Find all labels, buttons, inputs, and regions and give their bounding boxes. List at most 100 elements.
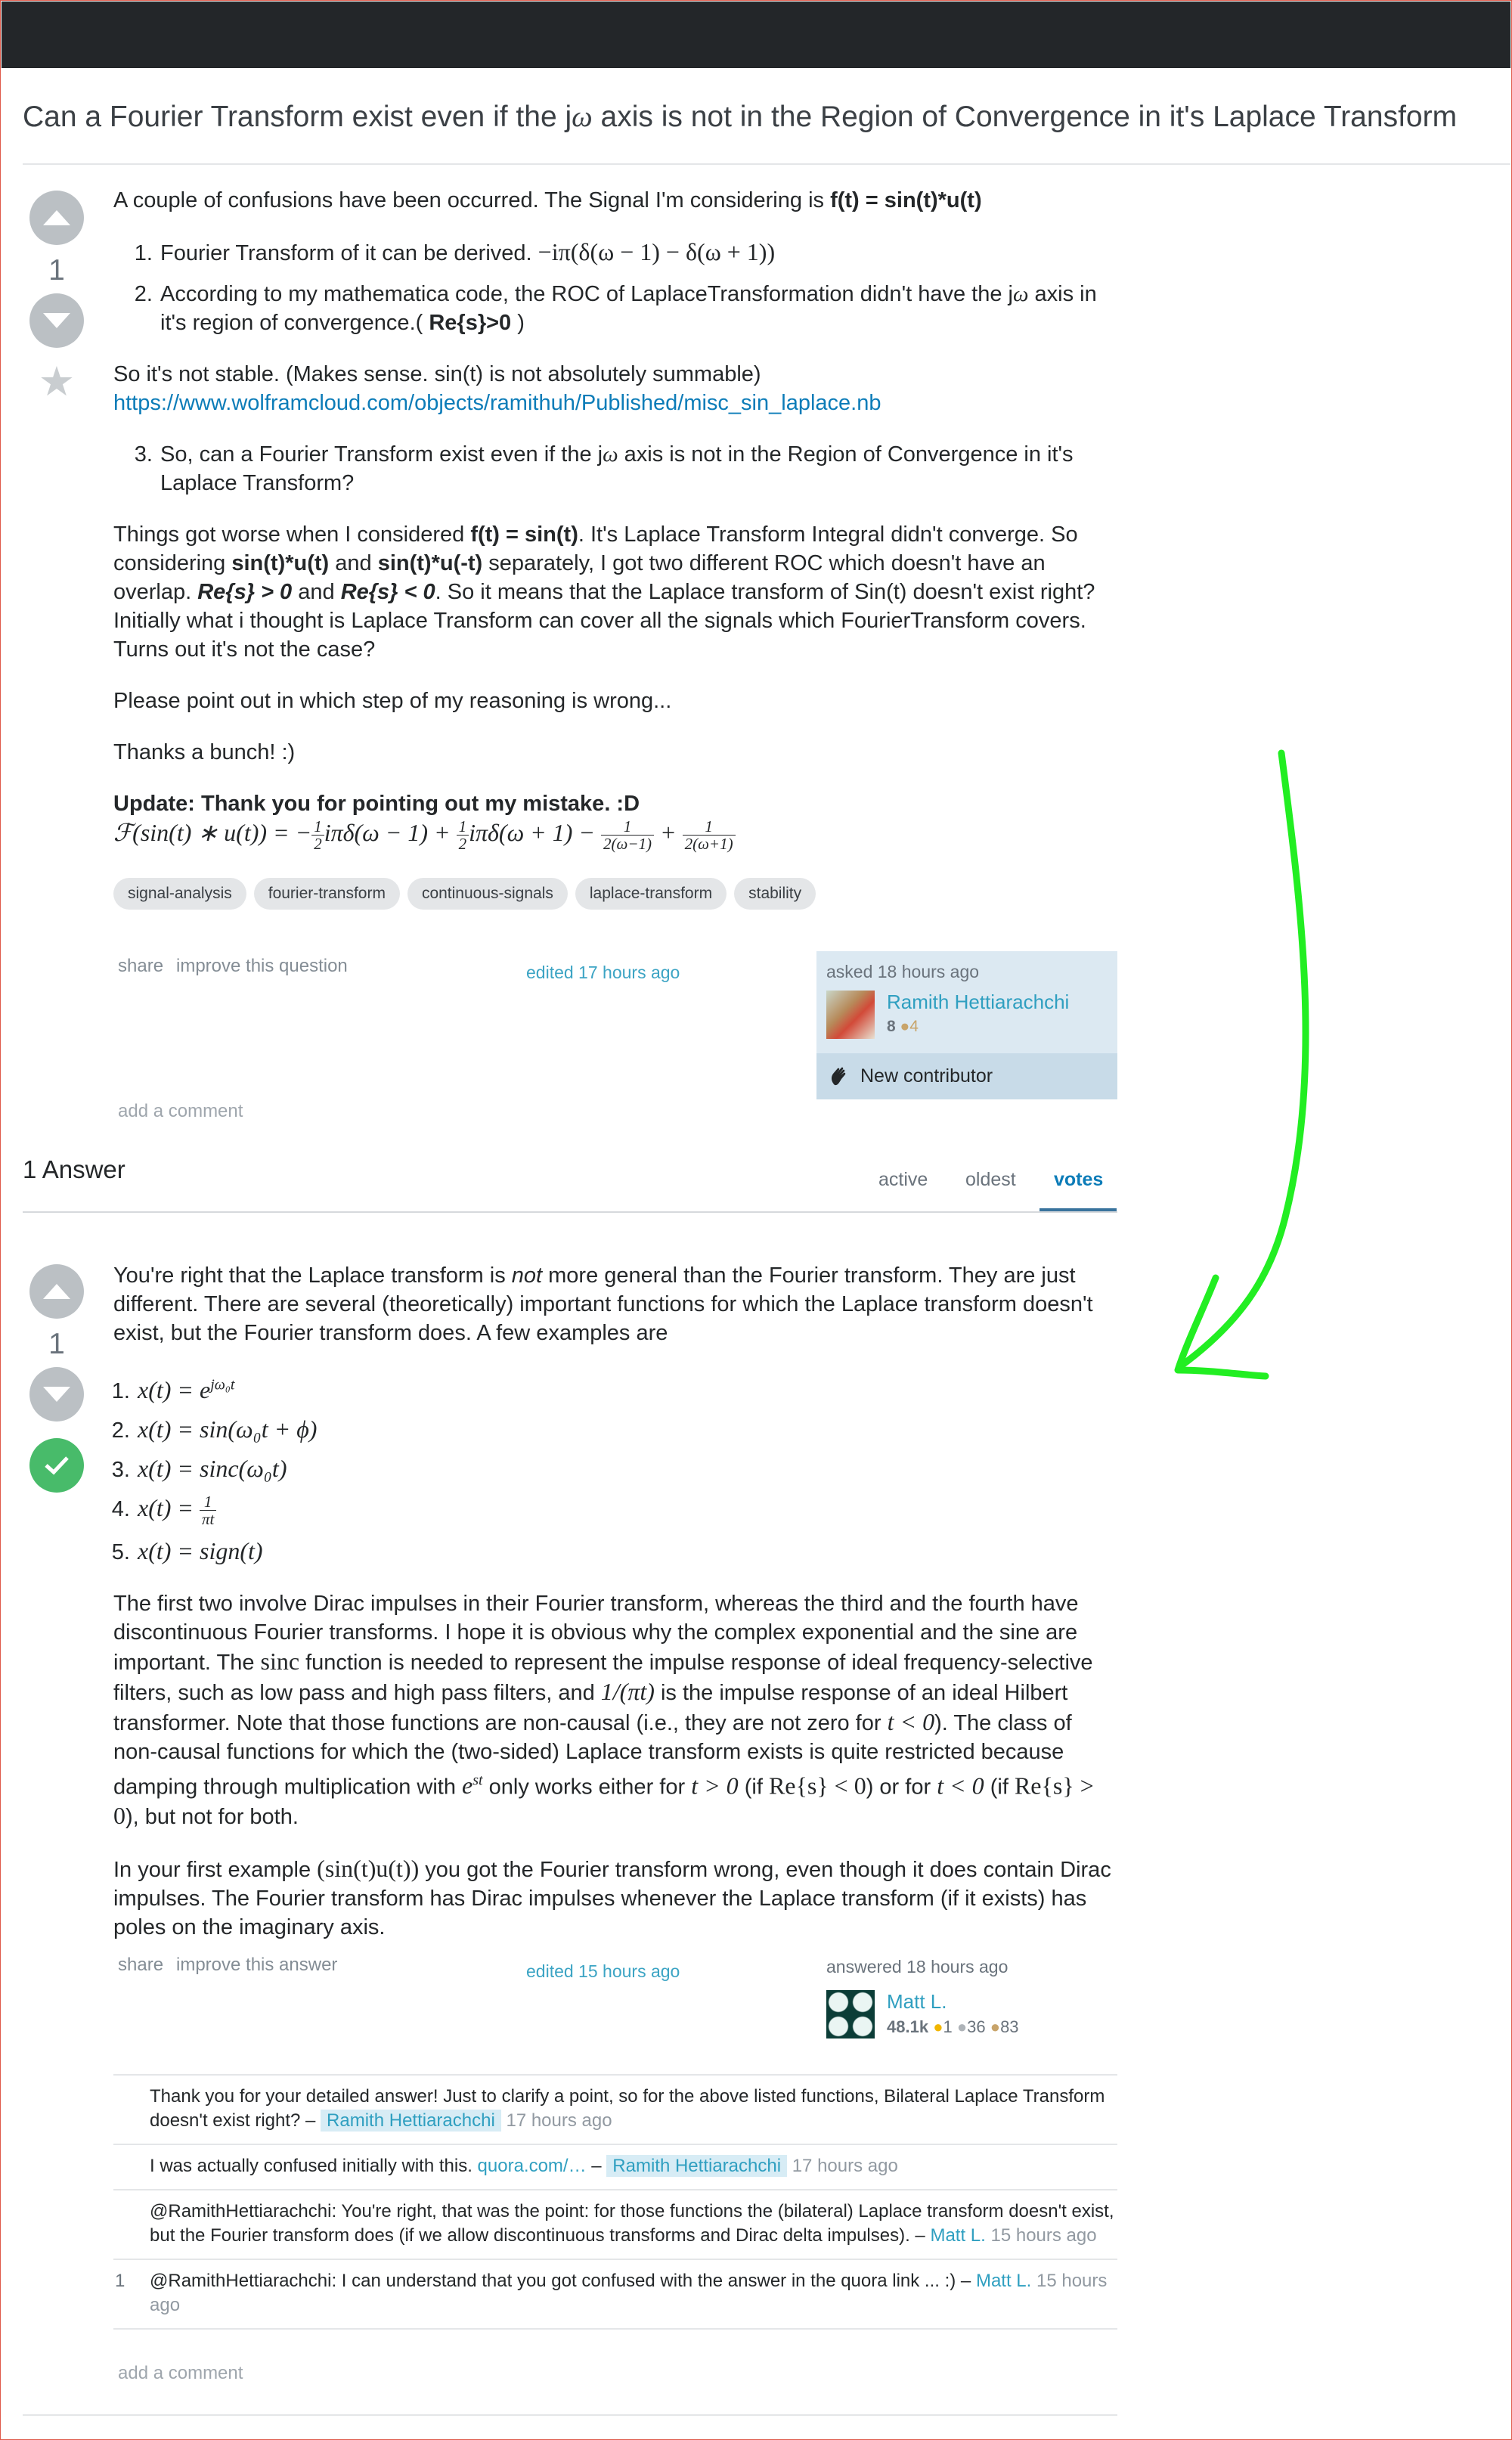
downvote-button[interactable] — [29, 293, 84, 348]
question-title[interactable]: Can a Fourier Transform exist even if th… — [23, 100, 1504, 134]
downvote-button[interactable] — [29, 1367, 84, 1422]
numbered-list: Fourier Transform of it can be derived. … — [113, 237, 1119, 337]
reputation: 8 ●4 — [887, 1018, 919, 1036]
add-comment-link[interactable]: add a comment — [118, 2363, 243, 2384]
share-answer-link[interactable]: share — [118, 1955, 163, 1976]
answer-owner-card: answered 18 hours ago Matt L. 48.1k ●1 ●… — [826, 1957, 1114, 2039]
share-question-link[interactable]: share — [118, 956, 163, 977]
text: ), but not for both. — [125, 1805, 299, 1830]
tag-laplace-transform[interactable]: laplace-transform — [575, 878, 727, 910]
math: 1/(πt) — [600, 1677, 655, 1705]
bold-text: sin(t)*u(t) — [231, 551, 330, 575]
text: (if — [984, 1775, 1015, 1800]
comment-score: 1 — [115, 2271, 125, 2291]
bold-text: sin(t)*u(-t) — [377, 551, 483, 575]
list-item: So, can a Fourier Transform exist even i… — [159, 440, 1119, 498]
bold-italic-text: Re{s} < 0 — [340, 580, 435, 604]
denominator: 2(ω+1) — [684, 835, 733, 854]
upvote-button[interactable] — [29, 191, 84, 245]
fraction: 12 — [311, 818, 324, 852]
answers-count: 1 Answer — [23, 1155, 125, 1183]
comment: @RamithHettiarachchi: You're right, that… — [113, 2189, 1117, 2259]
tag-signal-analysis[interactable]: signal-analysis — [113, 878, 246, 910]
paragraph: In your first example (sin(t)u(t)) you g… — [113, 1854, 1119, 1942]
text: (if — [738, 1775, 769, 1800]
text: You're right that the Laplace transform … — [113, 1263, 512, 1288]
silver-badge-icon: ● — [956, 2017, 968, 2036]
answer-owner-name[interactable]: Matt L. — [887, 1990, 947, 2014]
answer-body: You're right that the Laplace transform … — [113, 1261, 1119, 1964]
comment-list: Thank you for your detailed answer! Just… — [113, 2074, 1117, 2330]
comment-date: 17 hours ago — [506, 2110, 612, 2131]
improve-answer-link[interactable]: improve this answer — [176, 1955, 337, 1976]
comment-user[interactable]: Ramith Hettiarachchi — [321, 2110, 501, 2132]
comment-text: Thank you for your detailed answer! Just… — [150, 2086, 1105, 2131]
avatar[interactable] — [826, 991, 875, 1039]
math: Re{s} < 0 — [768, 1772, 866, 1800]
asked-time: asked 18 hours ago — [826, 962, 980, 981]
avatar[interactable] — [826, 1990, 875, 2039]
question-edited-link[interactable]: edited 17 hours ago — [526, 963, 680, 983]
denominator: 2(ω−1) — [603, 835, 652, 854]
favorite-star-icon[interactable]: ★ — [29, 361, 84, 402]
comment-user[interactable]: Matt L. — [976, 2271, 1031, 2291]
numerator: 1 — [601, 818, 654, 836]
numerator: 1 — [200, 1493, 217, 1511]
math: ℱ(sin(t) ∗ u(t)) = − — [113, 819, 312, 846]
math: t < 0 — [887, 1707, 935, 1735]
new-contributor-banner[interactable]: New contributor — [816, 1053, 1117, 1099]
update-paragraph: Update: Thank you for pointing out my mi… — [113, 789, 1119, 852]
comment-date: 15 hours ago — [990, 2225, 1097, 2246]
divider — [113, 2328, 1117, 2330]
sort-tab-active[interactable]: active — [878, 1169, 928, 1191]
gold-badge-count: 1 — [943, 2017, 953, 2036]
divider — [23, 2414, 1117, 2416]
improve-question-link[interactable]: improve this question — [176, 956, 348, 977]
answer-edited-link[interactable]: edited 15 hours ago — [526, 1961, 680, 1982]
list-item: x(t) = sin(ω₀t + ϕ) — [136, 1415, 1119, 1445]
downvote-icon — [43, 1387, 70, 1402]
math: (sin(t)u(t)) — [317, 1855, 420, 1883]
answer-vote-column: 1 — [29, 1264, 84, 1493]
math: x(t) = — [138, 1493, 200, 1521]
wolfram-link[interactable]: https://www.wolframcloud.com/objects/ram… — [113, 391, 881, 415]
bold-text: f(t) = sin(t)*u(t) — [830, 188, 982, 212]
math: t < 0 — [937, 1772, 984, 1800]
paragraph: You're right that the Laplace transform … — [113, 1261, 1119, 1347]
text: ) — [511, 311, 525, 335]
gold-badge-icon: ● — [933, 2017, 943, 2036]
tag-continuous-signals[interactable]: continuous-signals — [407, 878, 568, 910]
list-item: Fourier Transform of it can be derived. … — [159, 237, 1119, 268]
add-comment-link[interactable]: add a comment — [118, 1101, 243, 1122]
sort-tab-oldest[interactable]: oldest — [965, 1169, 1016, 1191]
question-vote-column: 1 ★ — [29, 191, 84, 402]
text: So it's not stable. (Makes sense. sin(t)… — [113, 362, 761, 386]
text: only works either for — [482, 1775, 692, 1800]
comment: Thank you for your detailed answer! Just… — [113, 2074, 1117, 2144]
fraction: 1 2(ω+1) — [682, 818, 736, 854]
question-owner-name[interactable]: Ramith Hettiarachchi — [887, 991, 1069, 1014]
numerator: 1 — [456, 818, 469, 836]
math-superscript: st — [472, 1772, 483, 1789]
reputation-score: 48.1k — [887, 2017, 929, 2036]
upvote-button[interactable] — [29, 1264, 84, 1319]
quora-link[interactable]: quora.com/… — [478, 2156, 587, 2176]
numerator: 1 — [682, 818, 736, 836]
comment-user[interactable]: Matt L. — [930, 2225, 985, 2246]
comment-user[interactable]: Ramith Hettiarachchi — [606, 2155, 788, 2177]
tag-stability[interactable]: stability — [734, 878, 816, 910]
tag-fourier-transform[interactable]: fourier-transform — [253, 878, 400, 910]
denominator: 2 — [458, 835, 467, 854]
text: and — [329, 551, 378, 575]
numbered-list: So, can a Fourier Transform exist even i… — [113, 440, 1119, 498]
numerator: 1 — [311, 818, 324, 836]
math: x(t) = sin(ω₀t + ϕ) — [138, 1415, 318, 1443]
list-item: x(t) = sign(t) — [136, 1536, 1119, 1567]
comment-text: @RamithHettiarachchi: I can understand t… — [150, 2271, 976, 2291]
paragraph: Things got worse when I considered f(t) … — [113, 520, 1119, 664]
sort-tab-votes[interactable]: votes — [1054, 1169, 1103, 1191]
silver-badge-count: 36 — [967, 2017, 986, 2036]
math: + — [653, 819, 683, 846]
text: and — [292, 580, 341, 604]
tag-list: signal-analysis fourier-transform contin… — [113, 878, 816, 910]
